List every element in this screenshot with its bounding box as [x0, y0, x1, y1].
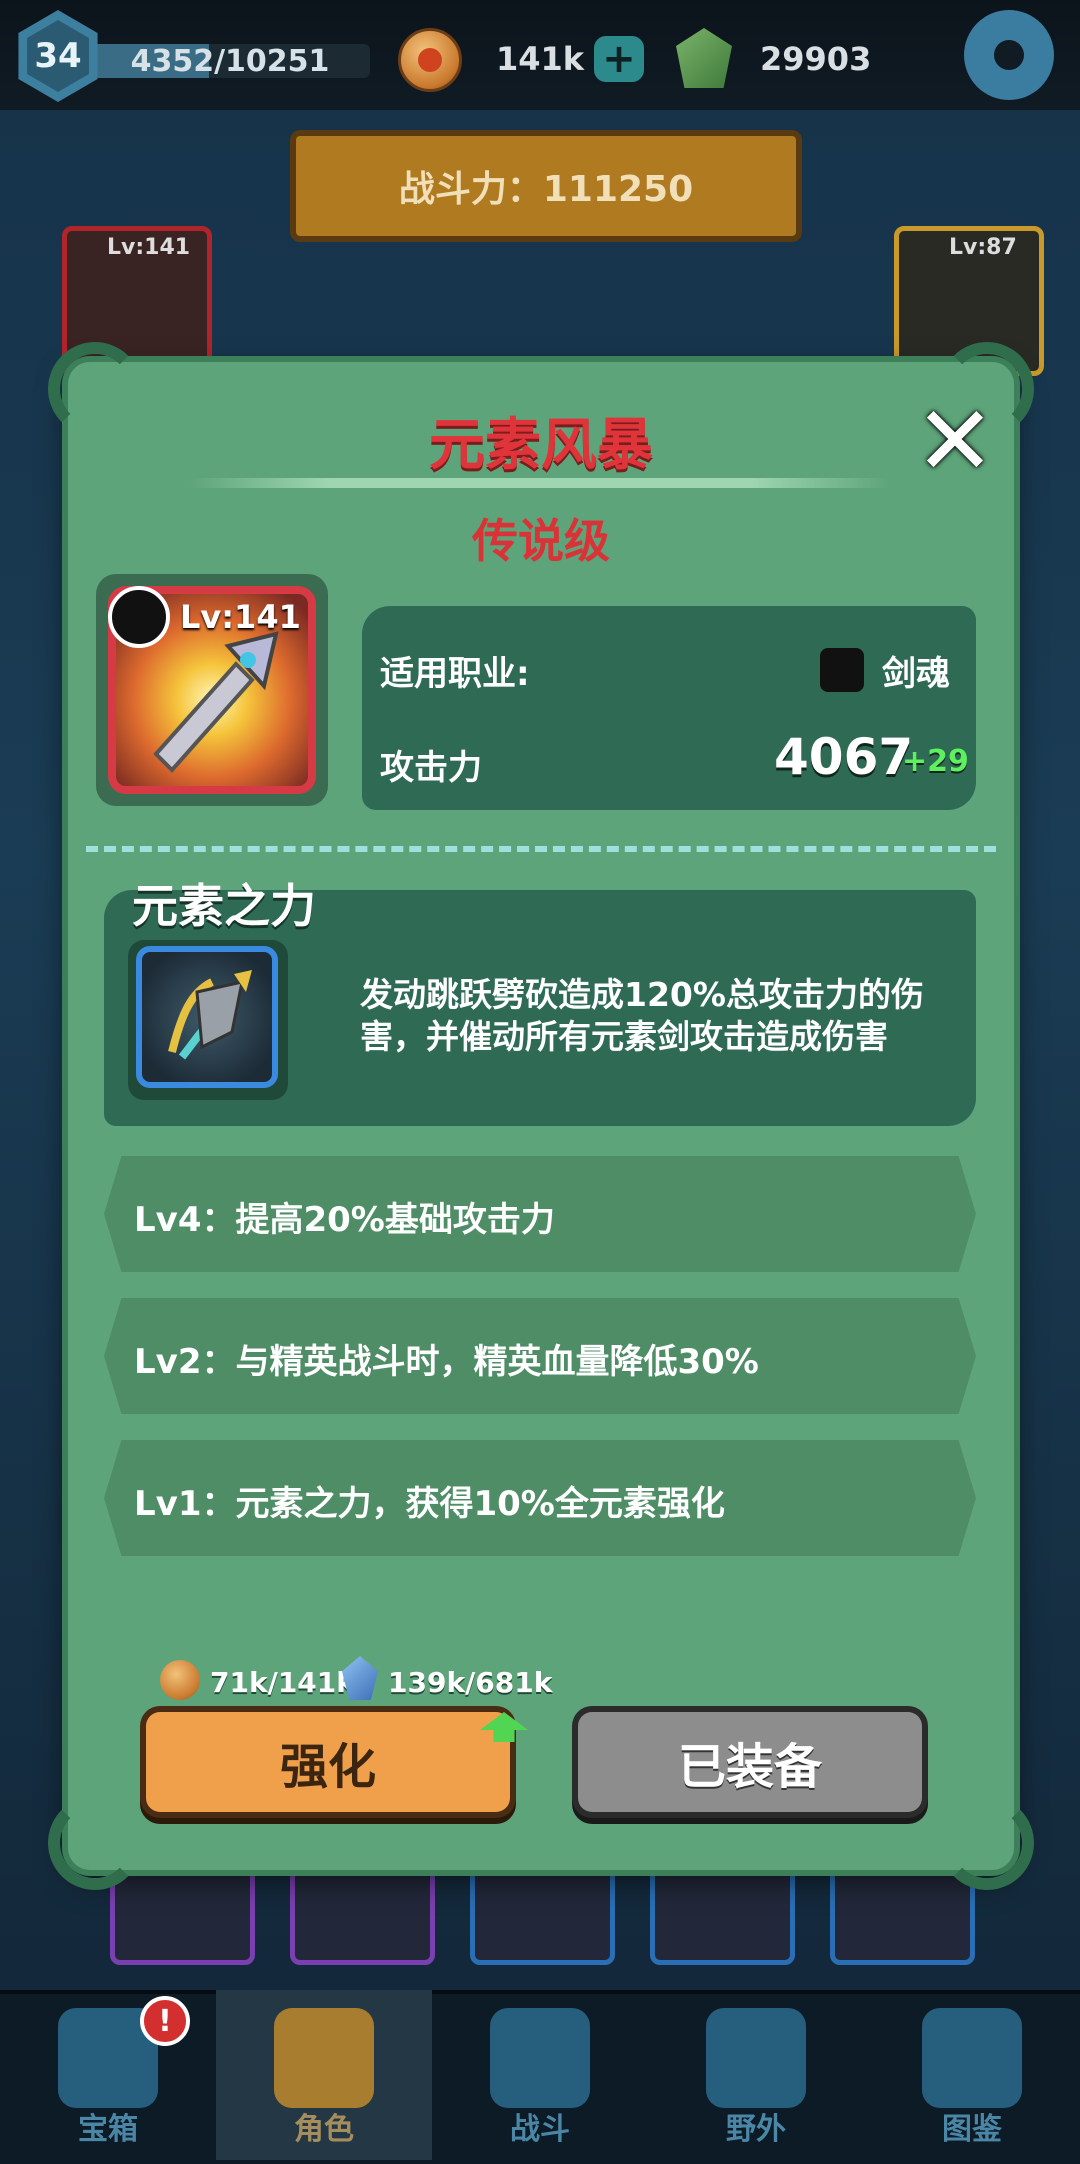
skill-description: 发动跳跃劈砍造成120%总攻击力的伤害，并催动所有元素剑攻击造成伤害: [360, 975, 924, 1056]
class-value: 剑魂: [882, 654, 950, 694]
crossed-swords-icon: [490, 2008, 590, 2108]
coin-icon: [398, 28, 462, 92]
nav-label: 野外: [726, 2112, 786, 2147]
section-divider: [86, 846, 996, 852]
upgrade-button[interactable]: 强化: [146, 1712, 510, 1812]
inventory-slot[interactable]: [470, 1860, 615, 1965]
nav-tab-character[interactable]: 角色: [216, 1990, 432, 2160]
item-title: 元素风暴: [429, 413, 653, 478]
gem-icon: [676, 28, 732, 88]
inventory-slot[interactable]: [650, 1860, 795, 1965]
inventory-slot[interactable]: [290, 1860, 435, 1965]
skill-name: 元素之力: [132, 879, 316, 933]
modal-corner-ornament: [48, 1796, 142, 1890]
player-level-text: 34: [27, 20, 89, 92]
sword-class-icon: [820, 648, 864, 692]
combat-power-text: 战斗力：111250: [398, 169, 694, 210]
attack-value: 4067: [774, 728, 914, 786]
player-level-badge[interactable]: 34: [18, 10, 98, 102]
combat-power-banner: 战斗力：111250: [290, 130, 802, 242]
weapon-slot-level: Lv:141: [107, 235, 191, 260]
nav-label: 角色: [294, 2112, 354, 2147]
castle-icon: [706, 2008, 806, 2108]
attack-label: 攻击力: [380, 748, 482, 788]
coin-count: 141k: [496, 40, 585, 78]
xp-text: 4352/10251: [130, 44, 330, 78]
alert-badge: !: [140, 1996, 190, 2046]
item-rarity: 传说级: [472, 514, 610, 568]
coin-cost-text: 71k/141k: [210, 1666, 355, 1699]
level-bonus-text: Lv4：提高20%基础攻击力: [134, 1200, 555, 1240]
book-icon: [922, 2008, 1022, 2108]
level-bonus-text: Lv1：元素之力，获得10%全元素强化: [134, 1484, 725, 1524]
item-level-label: Lv:141: [180, 598, 301, 636]
level-bonus-text: Lv2：与精英战斗时，精英血量降低30%: [134, 1342, 759, 1382]
equipped-button[interactable]: 已装备: [578, 1712, 922, 1812]
nav-label: 图鉴: [942, 2112, 1002, 2147]
shard-cost-text: 139k/681k: [388, 1666, 553, 1699]
nav-label: 战斗: [510, 2112, 570, 2147]
helmet-slot-level: Lv:87: [949, 235, 1017, 260]
element-power-skill-icon: [136, 946, 278, 1088]
helmet-icon: [274, 2008, 374, 2108]
xp-bar: 4352/10251: [90, 44, 370, 78]
nav-tab-chest[interactable]: 宝箱 !: [0, 1990, 216, 2160]
modal-corner-ornament: [940, 1796, 1034, 1890]
nav-tab-battle[interactable]: 战斗: [432, 1990, 648, 2160]
inventory-slot[interactable]: [110, 1860, 255, 1965]
settings-gear-icon[interactable]: [972, 18, 1046, 92]
gem-count: 29903: [760, 40, 872, 78]
nav-label: 宝箱: [78, 2112, 138, 2147]
close-icon[interactable]: ✕: [910, 393, 1000, 489]
nav-tab-codex[interactable]: 图鉴: [864, 1990, 1080, 2160]
nav-tab-field[interactable]: 野外: [648, 1990, 864, 2160]
add-coins-button[interactable]: +: [594, 36, 644, 82]
attack-bonus: +29: [902, 744, 969, 779]
class-label: 适用职业:: [380, 654, 530, 694]
top-status-bar: 4352/10251 34 141k + 29903: [0, 0, 1080, 113]
coin-cost-icon: [160, 1660, 200, 1700]
class-sword-icon: [108, 586, 170, 648]
title-divider: [190, 478, 890, 488]
